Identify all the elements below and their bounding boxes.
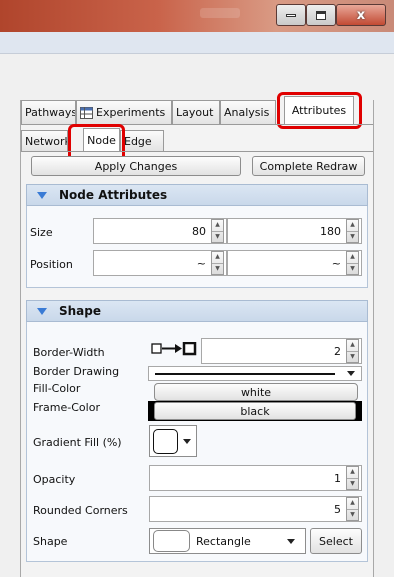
subtab-edge[interactable]: Edge (120, 130, 164, 151)
opacity-value: 1 (334, 471, 341, 485)
section-title: Node Attributes (59, 188, 168, 202)
step-up-icon[interactable]: ▲ (212, 252, 223, 263)
subtab-network[interactable]: Network (21, 130, 68, 151)
size-width-input[interactable]: 80 (93, 218, 227, 244)
rounded-corners-value: 5 (334, 502, 341, 516)
close-button[interactable]: x (336, 4, 386, 26)
gradient-fill-label: Gradient Fill (%) (33, 436, 122, 449)
subtab-divider (21, 151, 373, 152)
position-y-value: ~ (331, 256, 341, 270)
border-width-input[interactable]: 2 (201, 338, 362, 364)
border-width-value: 2 (334, 344, 341, 358)
minimize-button[interactable] (276, 4, 306, 26)
opacity-stepper[interactable]: ▲ ▼ (346, 466, 359, 490)
size-label: Size (30, 226, 53, 239)
apply-changes-label: Apply Changes (94, 159, 178, 173)
frame-color-swatch: black (148, 401, 362, 421)
size-height-stepper[interactable]: ▲ ▼ (346, 219, 359, 243)
close-icon: x (356, 7, 366, 23)
frame-color-value: black (240, 404, 270, 418)
border-width-icon (151, 342, 197, 356)
border-width-label: Border-Width (33, 346, 105, 359)
tab-label: Pathways (25, 106, 76, 119)
rectangle-preview-icon (153, 530, 190, 552)
tab-pathways[interactable]: Pathways (21, 100, 76, 124)
step-up-icon[interactable]: ▲ (347, 220, 358, 231)
step-down-icon[interactable]: ▼ (212, 230, 223, 243)
step-down-icon[interactable]: ▼ (347, 230, 358, 243)
shape-value: Rectangle (196, 534, 251, 548)
border-width-stepper[interactable]: ▲ ▼ (346, 339, 359, 363)
opacity-input[interactable]: 1 (149, 465, 362, 491)
shape-label: Shape (33, 535, 68, 548)
border-drawing-label: Border Drawing (33, 365, 120, 378)
node-attributes-header[interactable]: Node Attributes (26, 184, 368, 206)
position-y-stepper[interactable]: ▲ ▼ (346, 251, 359, 275)
position-label: Position (30, 258, 73, 271)
step-up-icon[interactable]: ▲ (347, 498, 358, 509)
step-down-icon[interactable]: ▼ (347, 350, 358, 363)
dropdown-arrow-icon (287, 538, 295, 544)
step-down-icon[interactable]: ▼ (212, 262, 223, 275)
step-up-icon[interactable]: ▲ (212, 220, 223, 231)
tab-label: Layout (176, 106, 214, 119)
frame-color-button[interactable]: black (154, 402, 356, 420)
border-drawing-dropdown[interactable] (148, 366, 362, 381)
tab-layout[interactable]: Layout (172, 100, 220, 124)
size-width-value: 80 (192, 224, 206, 238)
opacity-label: Opacity (33, 473, 76, 486)
solid-line-icon (155, 372, 335, 375)
maximize-button[interactable] (306, 4, 336, 26)
fill-color-label: Fill-Color (33, 382, 81, 395)
size-width-stepper[interactable]: ▲ ▼ (211, 219, 224, 243)
apply-changes-button[interactable]: Apply Changes (31, 156, 241, 176)
tab-analysis[interactable]: Analysis (220, 100, 276, 124)
step-up-icon[interactable]: ▲ (347, 252, 358, 263)
position-x-stepper[interactable]: ▲ ▼ (211, 251, 224, 275)
position-x-input[interactable]: ~ (93, 250, 227, 276)
step-down-icon[interactable]: ▼ (347, 262, 358, 275)
window-title-blurred (200, 8, 240, 18)
shape-dropdown[interactable]: Rectangle (149, 528, 306, 554)
size-height-input[interactable]: 180 (227, 218, 362, 244)
collapse-arrow-icon (37, 191, 47, 199)
tab-label: Experiments (96, 106, 166, 119)
complete-redraw-button[interactable]: Complete Redraw (252, 156, 365, 176)
position-y-input[interactable]: ~ (227, 250, 362, 276)
gradient-preview-icon (153, 428, 178, 454)
shape-header[interactable]: Shape (26, 300, 368, 322)
fill-color-value: white (240, 385, 272, 399)
rounded-corners-input[interactable]: 5 (149, 496, 362, 522)
complete-redraw-label: Complete Redraw (259, 159, 358, 173)
tab-label: Analysis (224, 106, 270, 119)
collapse-arrow-icon (37, 307, 47, 315)
step-down-icon[interactable]: ▼ (347, 477, 358, 490)
section-title: Shape (59, 304, 102, 318)
table-icon (80, 106, 93, 119)
maximize-icon (316, 10, 326, 20)
attributes-panel: Pathways Experiments Layout Analysis Att… (20, 92, 374, 577)
step-up-icon[interactable]: ▲ (347, 340, 358, 351)
shape-select-button[interactable]: Select (310, 528, 362, 554)
size-height-value: 180 (320, 224, 341, 238)
dropdown-arrow-icon (347, 371, 355, 376)
fill-color-button[interactable]: white (154, 383, 358, 401)
step-up-icon[interactable]: ▲ (347, 467, 358, 478)
window-title-bar: x (0, 0, 394, 32)
gradient-fill-dropdown[interactable] (149, 425, 197, 457)
rounded-corners-label: Rounded Corners (33, 504, 128, 517)
subtab-label: Edge (124, 134, 152, 148)
frame-color-label: Frame-Color (33, 401, 100, 414)
subtab-label: Network (25, 134, 68, 148)
tab-experiments[interactable]: Experiments (76, 100, 172, 124)
minimize-icon (286, 13, 296, 17)
toolbar-band (0, 32, 394, 54)
dropdown-arrow-icon (183, 438, 191, 444)
position-x-value: ~ (196, 256, 206, 270)
select-label: Select (319, 534, 353, 548)
step-down-icon[interactable]: ▼ (347, 508, 358, 521)
rounded-corners-stepper[interactable]: ▲ ▼ (346, 497, 359, 521)
